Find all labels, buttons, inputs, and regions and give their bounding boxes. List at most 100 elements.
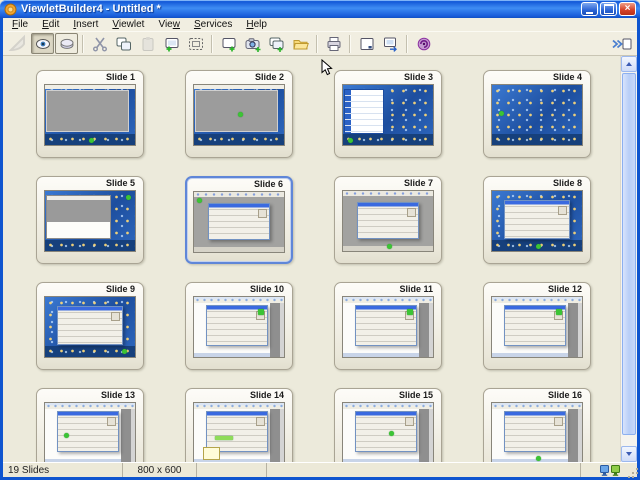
toolbar-separator bbox=[82, 35, 84, 53]
insert-screenshot-icon[interactable] bbox=[241, 33, 264, 54]
recording-dot bbox=[499, 111, 504, 116]
slide-thumbnail bbox=[44, 402, 136, 462]
slide-thumbnail bbox=[491, 190, 583, 252]
publish-preview-icon[interactable] bbox=[610, 33, 633, 54]
slide-card-8[interactable]: Slide 8 bbox=[483, 176, 591, 264]
open-file-icon[interactable] bbox=[289, 33, 312, 54]
slide-thumbnail bbox=[342, 84, 434, 146]
slide-card-15[interactable]: Slide 15 bbox=[334, 388, 442, 462]
slide-thumbnail bbox=[342, 296, 434, 358]
toolbar-separator bbox=[406, 35, 408, 53]
slide-thumbnail bbox=[44, 84, 136, 146]
paste-icon[interactable] bbox=[136, 33, 159, 54]
menu-insert[interactable]: Insert bbox=[66, 18, 105, 31]
slide-card-6[interactable]: Slide 6 bbox=[185, 176, 293, 264]
slide-card-9[interactable]: Slide 9 bbox=[36, 282, 144, 370]
recording-dot bbox=[122, 349, 127, 354]
insert-blank-slide-icon[interactable] bbox=[217, 33, 240, 54]
slide-grid: Slide 1 Slide 2 Slide 3 Slide 4 Slide 5 … bbox=[3, 56, 620, 462]
slide-card-2[interactable]: Slide 2 bbox=[185, 70, 293, 158]
vertical-scrollbar[interactable] bbox=[620, 56, 637, 462]
toolbar-separator bbox=[211, 35, 213, 53]
scrollbar-thumb[interactable] bbox=[622, 73, 636, 435]
slide-properties-icon[interactable] bbox=[355, 33, 378, 54]
menu-file[interactable]: File bbox=[5, 18, 35, 31]
recording-dot bbox=[89, 138, 94, 143]
toolbar-separator bbox=[316, 35, 318, 53]
recording-dot bbox=[126, 195, 131, 200]
slide-card-11[interactable]: Slide 11 bbox=[334, 282, 442, 370]
slide-thumbnail bbox=[44, 190, 136, 252]
thumbnail-window-layer bbox=[46, 195, 111, 239]
close-button[interactable]: × bbox=[619, 2, 636, 16]
slide-thumbnail bbox=[342, 402, 434, 462]
recording-dot bbox=[407, 309, 413, 315]
print-icon[interactable] bbox=[322, 33, 345, 54]
thumbnail-dialog-layer bbox=[504, 200, 570, 239]
status-connection-icons bbox=[581, 463, 623, 477]
slide-card-1[interactable]: Slide 1 bbox=[36, 70, 144, 158]
status-bar: 19 Slides 800 x 600 bbox=[3, 462, 637, 477]
slide-title: Slide 3 bbox=[335, 71, 441, 84]
app-icon bbox=[4, 3, 17, 16]
sound-disc-icon[interactable] bbox=[55, 33, 78, 54]
slide-thumbnail bbox=[491, 402, 583, 462]
duplicate-slide-icon[interactable] bbox=[160, 33, 183, 54]
slide-title: Slide 8 bbox=[484, 177, 590, 190]
minimize-button[interactable] bbox=[581, 2, 598, 16]
slide-card-3[interactable]: Slide 3 bbox=[334, 70, 442, 158]
scroll-up-button[interactable] bbox=[621, 56, 637, 72]
thumbnail-dialog-layer bbox=[208, 203, 270, 240]
slide-thumbnail bbox=[491, 84, 583, 146]
toolbar bbox=[3, 31, 637, 56]
copy-icon[interactable] bbox=[112, 33, 135, 54]
recording-dot bbox=[556, 309, 562, 315]
thumbnail-dialog-layer bbox=[504, 411, 566, 452]
slide-card-7[interactable]: Slide 7 bbox=[334, 176, 442, 264]
menu-viewlet[interactable]: Viewlet bbox=[105, 18, 151, 31]
app-window: ViewletBuilder4 - Untitled * × FileEditI… bbox=[0, 0, 640, 480]
slide-card-5[interactable]: Slide 5 bbox=[36, 176, 144, 264]
menu-services[interactable]: Services bbox=[187, 18, 239, 31]
resize-grip[interactable] bbox=[623, 463, 637, 477]
slide-card-14[interactable]: Slide 14 bbox=[185, 388, 293, 462]
viewletcam-icon[interactable] bbox=[412, 33, 435, 54]
slide-title: Slide 12 bbox=[484, 283, 590, 296]
recording-dot bbox=[215, 436, 233, 440]
slide-thumbnail bbox=[342, 190, 434, 252]
green-monitor-icon bbox=[611, 465, 620, 476]
slide-title: Slide 4 bbox=[484, 71, 590, 84]
window-title: ViewletBuilder4 - Untitled * bbox=[21, 3, 581, 15]
selection-frame-icon[interactable] bbox=[184, 33, 207, 54]
preview-eye-icon[interactable] bbox=[31, 33, 54, 54]
status-dimensions: 800 x 600 bbox=[123, 463, 197, 477]
menu-bar: FileEditInsertViewletViewServicesHelp bbox=[3, 18, 637, 31]
title-bar[interactable]: ViewletBuilder4 - Untitled * × bbox=[0, 0, 640, 18]
slide-title: Slide 5 bbox=[37, 177, 143, 190]
slide-card-10[interactable]: Slide 10 bbox=[185, 282, 293, 370]
slide-title: Slide 1 bbox=[37, 71, 143, 84]
thumbnail-window-layer bbox=[344, 89, 384, 134]
export-slide-icon[interactable] bbox=[379, 33, 402, 54]
thumbnail-dialog-layer bbox=[206, 411, 268, 452]
draw-tool-icon[interactable] bbox=[7, 33, 30, 54]
slide-thumbnail bbox=[44, 296, 136, 358]
slide-card-4[interactable]: Slide 4 bbox=[483, 70, 591, 158]
recording-dot bbox=[348, 138, 353, 143]
blue-monitor-icon bbox=[600, 465, 609, 476]
scrollbar-track[interactable] bbox=[621, 436, 637, 446]
slide-card-12[interactable]: Slide 12 bbox=[483, 282, 591, 370]
slide-card-16[interactable]: Slide 16 bbox=[483, 388, 591, 462]
maximize-button[interactable] bbox=[600, 2, 617, 16]
thumbnail-dialog-layer bbox=[57, 411, 119, 452]
menu-help[interactable]: Help bbox=[239, 18, 274, 31]
status-slide-count: 19 Slides bbox=[3, 463, 123, 477]
slide-thumbnail bbox=[193, 402, 285, 462]
scroll-down-button[interactable] bbox=[621, 446, 637, 462]
slide-card-13[interactable]: Slide 13 bbox=[36, 388, 144, 462]
slide-title: Slide 11 bbox=[335, 283, 441, 296]
menu-view[interactable]: View bbox=[151, 18, 187, 31]
menu-edit[interactable]: Edit bbox=[35, 18, 66, 31]
insert-slides-icon[interactable] bbox=[265, 33, 288, 54]
cut-icon[interactable] bbox=[88, 33, 111, 54]
